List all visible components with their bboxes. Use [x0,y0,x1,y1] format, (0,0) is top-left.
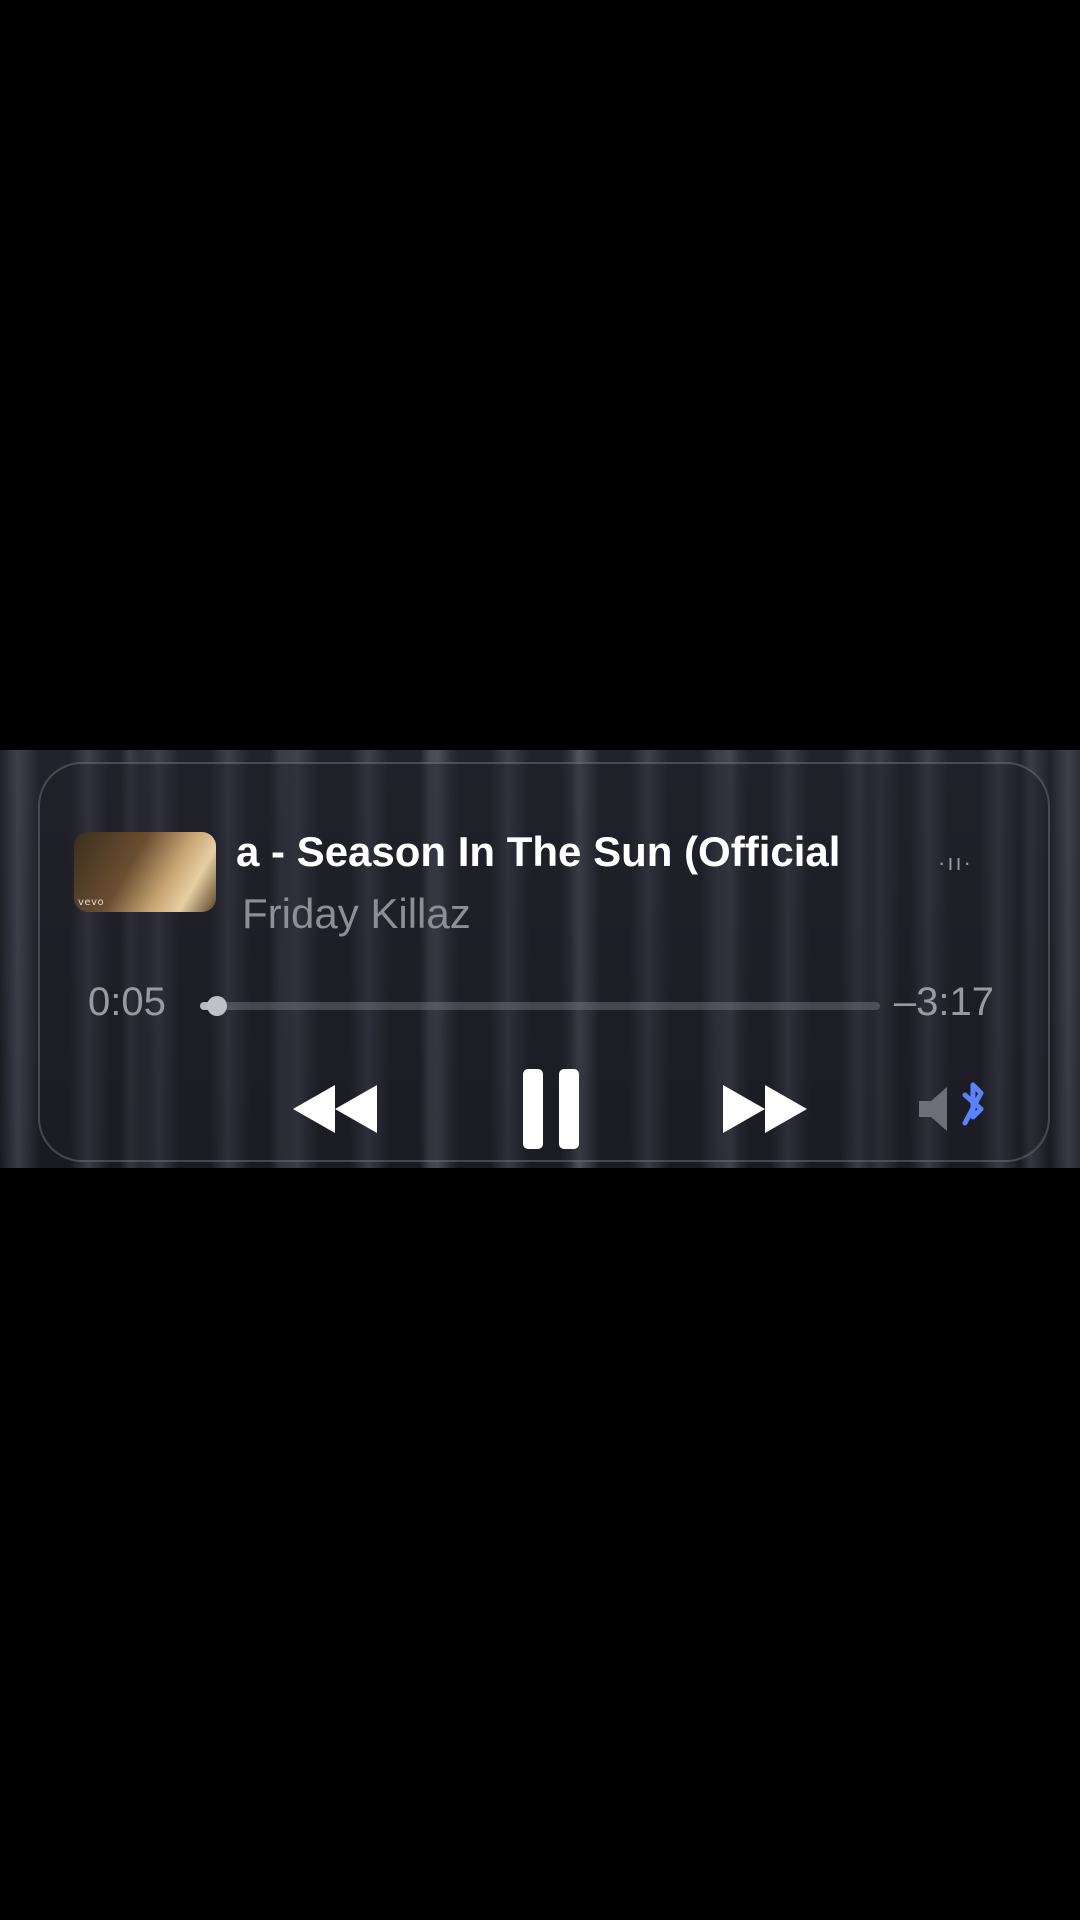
fast-forward-button[interactable] [710,1064,820,1154]
rewind-button[interactable] [280,1064,390,1154]
now-playing-band: vevo a - Season In The Sun (Official Fri… [0,750,1080,1168]
track-title: a - Season In The Sun (Official [236,828,841,875]
vevo-badge: vevo [78,897,105,908]
track-title-container[interactable]: a - Season In The Sun (Official [236,824,936,880]
speaker-bluetooth-icon [919,1082,984,1131]
progress-scrubber[interactable] [200,996,880,1016]
pause-button[interactable] [506,1064,596,1154]
remaining-time: –3:17 [893,980,994,1024]
elapsed-time: 0:05 [88,980,166,1024]
now-playing-widget: vevo a - Season In The Sun (Official Fri… [38,762,1050,1162]
album-artwork[interactable]: vevo [74,832,216,912]
fast-forward-icon [723,1085,807,1133]
track-artist: Friday Killaz [242,890,471,937]
airplay-indicator-icon[interactable]: ·ıı· [938,850,973,876]
progress-knob[interactable] [207,996,227,1016]
audio-output-button[interactable] [900,1064,1010,1154]
pause-icon [523,1069,579,1149]
rewind-icon [293,1085,377,1133]
